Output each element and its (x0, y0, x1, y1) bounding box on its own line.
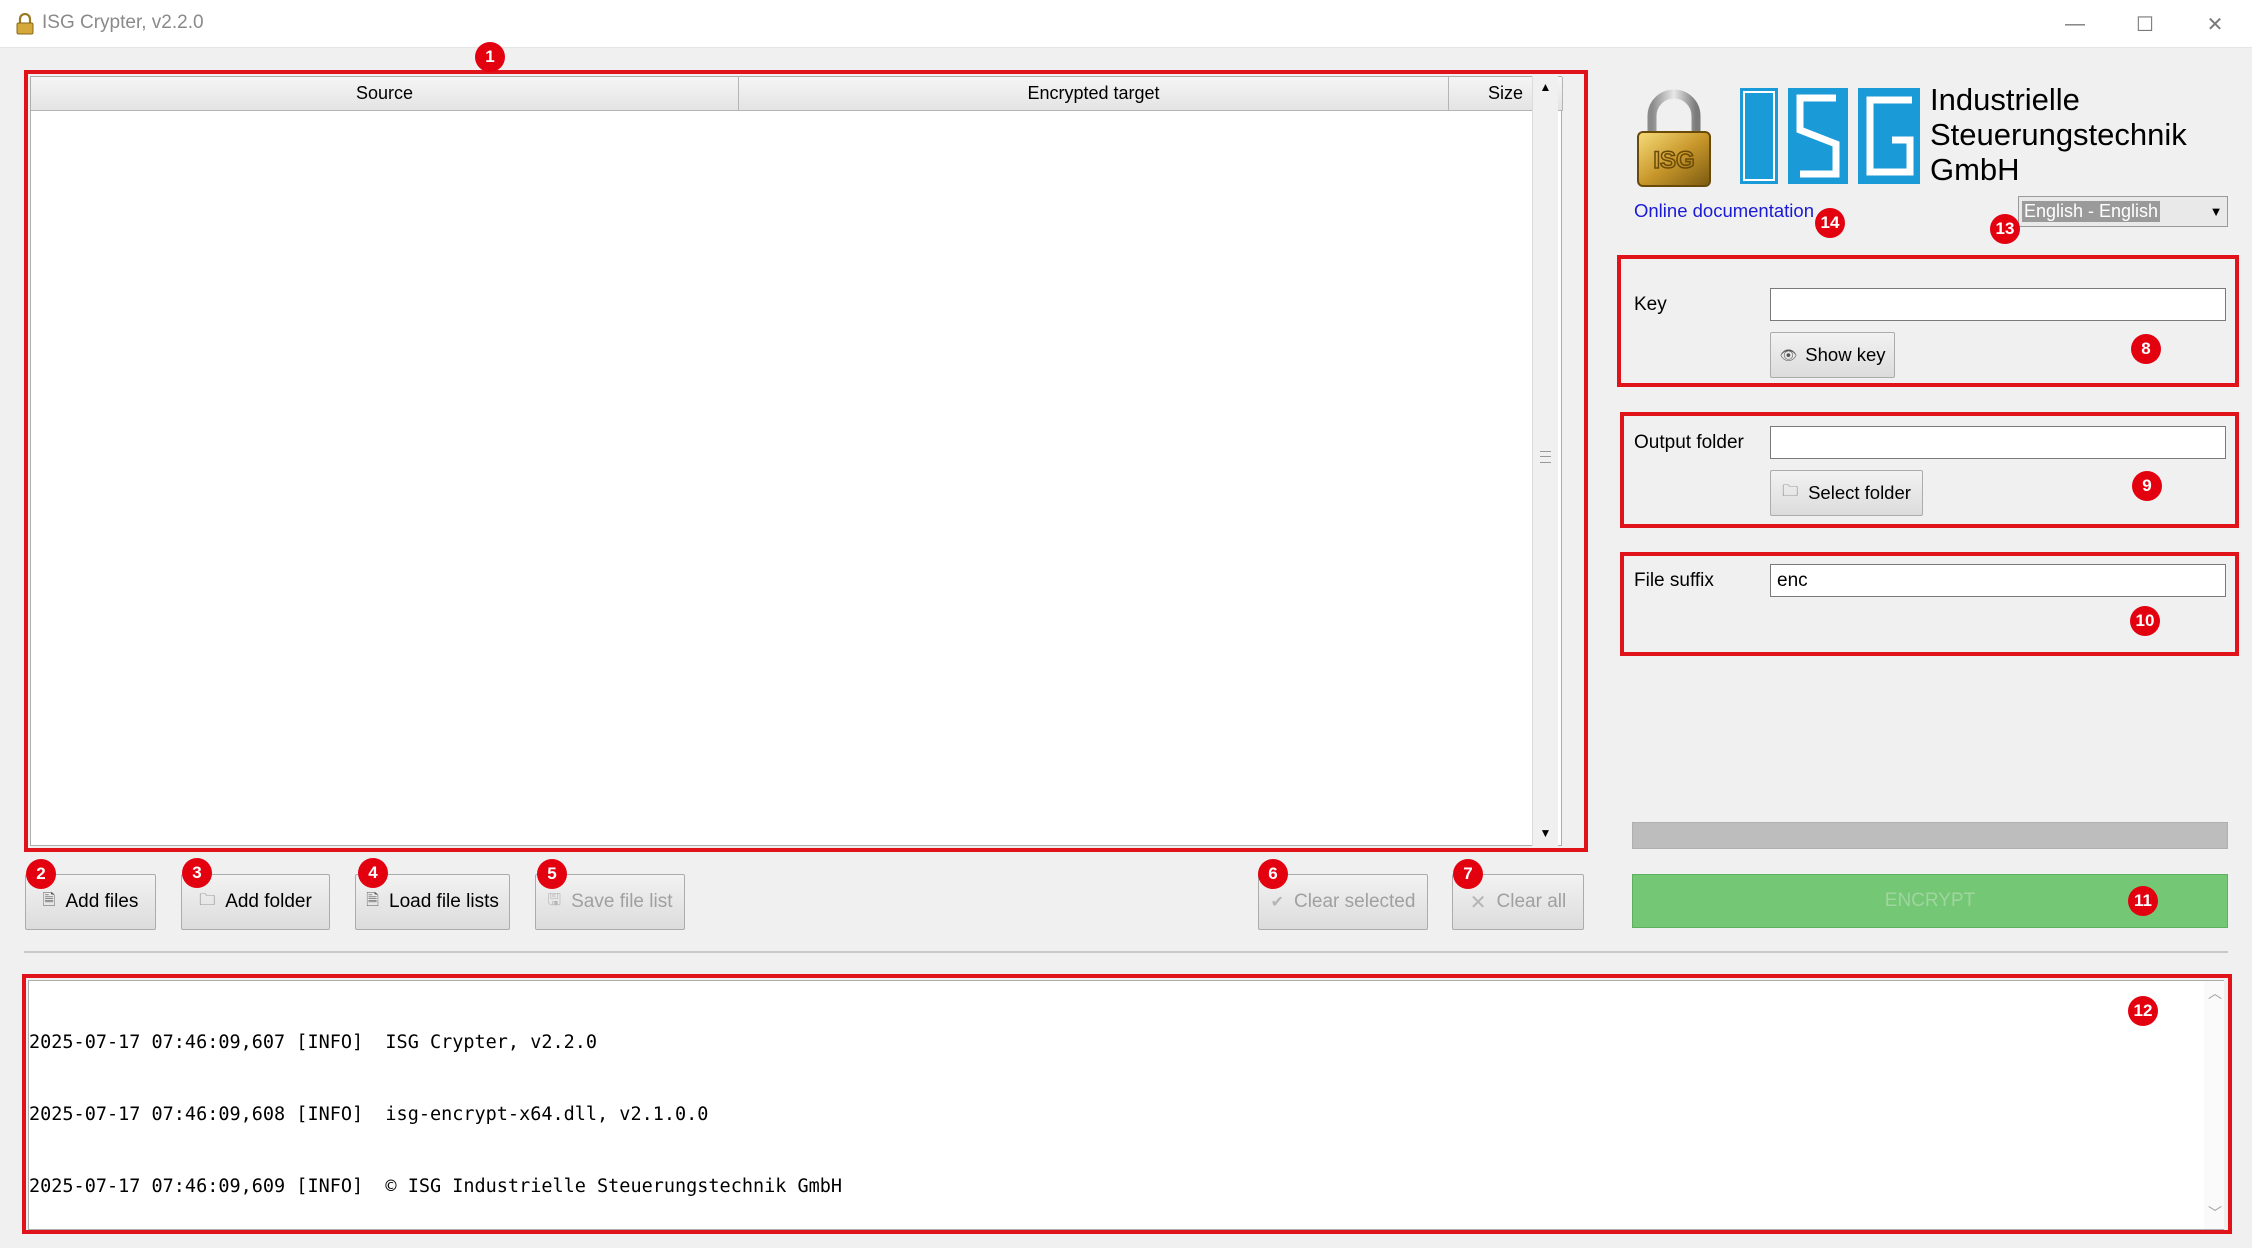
close-icon: ✕ (2206, 13, 2224, 36)
maximize-button[interactable]: ☐ (2110, 0, 2180, 48)
show-key-button[interactable]: 👁 Show key (1770, 332, 1895, 378)
minimize-button[interactable]: — (2040, 0, 2110, 48)
title-bar (0, 0, 2252, 48)
x-icon: ✕ (1469, 891, 1487, 914)
annotation-badge: 4 (358, 858, 388, 888)
file-icon: 🗎 (366, 891, 380, 909)
annotation-badge: 9 (2132, 471, 2162, 501)
annotation-badge: 7 (1453, 859, 1483, 889)
select-folder-button[interactable]: 🗀 Select folder (1770, 470, 1923, 516)
folder-icon: 🗀 (1782, 482, 1799, 500)
annotation-badge: 3 (182, 858, 212, 888)
separator (24, 951, 2228, 953)
annotation-frame-file-table (24, 70, 1588, 852)
file-suffix-input[interactable]: enc (1770, 564, 2226, 597)
key-input[interactable] (1770, 288, 2226, 321)
check-icon: ✔ (1270, 894, 1284, 911)
language-select[interactable]: English - English ▼ (2018, 196, 2228, 227)
progress-bar (1632, 822, 2228, 849)
annotation-badge: 12 (2128, 996, 2158, 1026)
annotation-badge: 11 (2128, 886, 2158, 916)
annotation-badge: 6 (1258, 859, 1288, 889)
annotation-badge: 14 (1815, 208, 1845, 238)
app-lock-icon (14, 12, 36, 35)
annotation-frame-key (1617, 255, 2239, 387)
annotation-badge: 1 (475, 42, 505, 72)
lock-logo-text: ISG (1653, 147, 1694, 174)
save-icon: 🖫 (547, 891, 562, 909)
file-icon: 🗎 (42, 891, 56, 909)
window-title: ISG Crypter, v2.2.0 (42, 12, 204, 33)
output-folder-label: Output folder (1634, 432, 1744, 453)
maximize-icon: ☐ (2136, 13, 2154, 36)
isg-logo-icon (1740, 88, 1920, 184)
company-name: Industrielle Steuerungstechnik GmbH (1930, 82, 2187, 187)
close-button[interactable]: ✕ (2180, 0, 2250, 48)
folder-icon: 🗀 (199, 891, 216, 909)
lock-logo-icon: ISG (1634, 88, 1714, 188)
online-documentation-link[interactable]: Online documentation (1634, 200, 1814, 222)
annotation-badge: 2 (26, 859, 56, 889)
annotation-badge: 8 (2131, 334, 2161, 364)
annotation-badge: 10 (2130, 606, 2160, 636)
annotation-frame-log (22, 974, 2232, 1234)
minimize-icon: — (2065, 12, 2085, 35)
eye-icon: 👁 (1779, 346, 1798, 363)
language-selected-value: English - English (2022, 201, 2161, 222)
file-suffix-label: File suffix (1634, 570, 1714, 591)
annotation-badge: 13 (1990, 214, 2020, 244)
output-folder-input[interactable] (1770, 426, 2226, 459)
annotation-badge: 5 (537, 859, 567, 889)
key-label: Key (1634, 294, 1667, 315)
chevron-down-icon[interactable]: ▼ (2205, 197, 2227, 226)
